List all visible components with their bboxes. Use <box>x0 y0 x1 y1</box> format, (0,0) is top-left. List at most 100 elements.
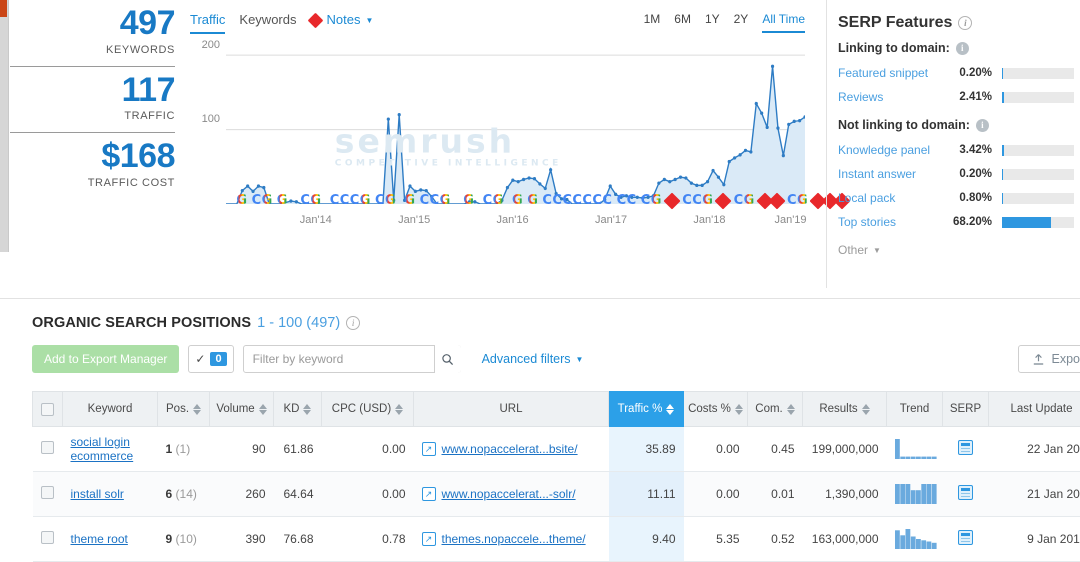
search-button[interactable] <box>434 345 461 373</box>
notes-label[interactable]: Notes <box>326 12 360 29</box>
column-header-com[interactable]: Com. <box>748 392 803 427</box>
serp-snapshot-icon[interactable] <box>958 530 973 545</box>
sort-icon[interactable] <box>735 404 743 415</box>
google-update-marker[interactable]: C <box>592 192 602 209</box>
range-1m[interactable]: 1M <box>644 12 661 33</box>
range-1y[interactable]: 1Y <box>705 12 720 33</box>
info-icon[interactable]: i <box>346 316 360 330</box>
google-update-marker[interactable]: C <box>692 192 702 209</box>
google-update-marker[interactable]: C <box>582 192 592 209</box>
google-update-marker[interactable]: C <box>734 192 744 209</box>
external-link-icon[interactable]: ↗ <box>422 442 436 456</box>
google-update-marker[interactable]: C <box>330 192 340 209</box>
google-update-marker[interactable]: G <box>702 192 713 209</box>
serp-feature-name[interactable]: Knowledge panel <box>838 143 946 157</box>
sort-icon[interactable] <box>193 404 201 415</box>
row-checkbox[interactable] <box>41 486 54 499</box>
google-update-marker[interactable]: C <box>350 192 360 209</box>
google-update-marker[interactable]: C <box>562 192 572 209</box>
export-button[interactable]: Expo <box>1018 345 1080 373</box>
notes-control[interactable]: Notes ▼ <box>310 12 373 34</box>
external-link-icon[interactable]: ↗ <box>422 487 436 501</box>
google-update-marker[interactable]: G <box>797 192 808 209</box>
info-icon[interactable]: i <box>956 42 969 55</box>
info-icon[interactable]: i <box>976 119 989 132</box>
google-update-marker[interactable]: C <box>420 192 430 209</box>
keyword-link[interactable]: install solr <box>71 487 124 501</box>
serp-snapshot-icon[interactable] <box>958 485 973 500</box>
sort-icon[interactable] <box>862 404 870 415</box>
column-header-results[interactable]: Results <box>803 392 887 427</box>
advanced-filters-label: Advanced filters <box>482 352 571 366</box>
serp-feature-value: 68.20% <box>946 216 992 228</box>
google-update-marker[interactable]: C <box>572 192 582 209</box>
serp-feature-name[interactable]: Top stories <box>838 215 946 229</box>
url-link[interactable]: www.nopaccelerat...-solr/ <box>442 487 576 501</box>
google-update-marker[interactable]: C <box>542 192 552 209</box>
serp-other-toggle[interactable]: Other ▼ <box>838 243 1074 257</box>
column-header-pos[interactable]: Pos. <box>158 392 210 427</box>
google-update-marker[interactable]: C <box>787 192 797 209</box>
google-update-marker[interactable]: C <box>682 192 692 209</box>
sort-icon[interactable] <box>787 404 795 415</box>
google-update-marker[interactable]: C <box>617 192 627 209</box>
google-update-marker[interactable]: G <box>236 192 247 209</box>
info-icon[interactable]: i <box>958 16 972 30</box>
tab-keywords[interactable]: Keywords <box>239 12 296 34</box>
google-update-marker[interactable]: G <box>744 192 755 209</box>
serp-feature-name[interactable]: Local pack <box>838 191 946 205</box>
column-header-costs[interactable]: Costs % <box>684 392 748 427</box>
add-to-export-manager-button[interactable]: Add to Export Manager <box>32 345 179 373</box>
google-update-marker[interactable]: G <box>440 192 451 209</box>
keyword-link[interactable]: social login ecommerce <box>71 435 134 463</box>
range-all-time[interactable]: All Time <box>762 12 805 33</box>
range-6m[interactable]: 6M <box>674 12 691 33</box>
semrush-sensor-marker[interactable] <box>715 193 732 210</box>
serp-feature-name[interactable]: Instant answer <box>838 167 946 181</box>
sort-icon[interactable] <box>666 404 674 415</box>
row-checkbox[interactable] <box>41 441 54 454</box>
google-update-marker[interactable]: C <box>375 192 385 209</box>
google-update-marker[interactable]: C <box>430 192 440 209</box>
google-update-marker[interactable]: G <box>310 192 321 209</box>
url-link[interactable]: www.nopaccelerat...bsite/ <box>442 442 578 456</box>
google-update-marker[interactable]: G <box>512 192 523 209</box>
sort-icon[interactable] <box>395 404 403 415</box>
semrush-sensor-marker[interactable] <box>664 193 681 210</box>
column-header-volume[interactable]: Volume <box>210 392 274 427</box>
row-checkbox[interactable] <box>41 531 54 544</box>
google-update-marker[interactable]: C <box>641 192 651 209</box>
google-update-marker[interactable]: C <box>300 192 310 209</box>
google-update-marker[interactable]: C <box>252 192 262 209</box>
serp-snapshot-icon[interactable] <box>958 440 973 455</box>
google-update-marker[interactable]: G <box>527 192 538 209</box>
filter-keyword-input[interactable] <box>243 345 461 373</box>
serp-feature-name[interactable]: Reviews <box>838 90 946 104</box>
google-update-marker[interactable]: C <box>483 192 493 209</box>
google-update-marker[interactable]: C <box>602 192 612 209</box>
google-update-marker[interactable]: G <box>463 192 474 209</box>
column-header-kd[interactable]: KD <box>274 392 322 427</box>
google-update-marker[interactable]: G <box>360 192 371 209</box>
column-header-cpc-usd[interactable]: CPC (USD) <box>322 392 414 427</box>
column-header-traffic[interactable]: Traffic % <box>609 392 684 427</box>
google-update-marker[interactable]: G <box>651 192 662 209</box>
google-update-marker[interactable]: G <box>404 192 415 209</box>
select-all-checkbox[interactable] <box>41 403 54 416</box>
range-2y[interactable]: 2Y <box>734 12 749 33</box>
advanced-filters-toggle[interactable]: Advanced filters ▼ <box>482 352 584 366</box>
google-update-marker[interactable]: C <box>340 192 350 209</box>
google-update-marker[interactable]: G <box>385 192 396 209</box>
trend-sparkline <box>895 439 937 459</box>
google-update-marker[interactable]: G <box>277 192 288 209</box>
sort-icon[interactable] <box>259 404 267 415</box>
google-update-marker[interactable]: C <box>627 192 637 209</box>
google-update-marker[interactable]: G <box>262 192 273 209</box>
google-update-marker[interactable]: C <box>552 192 562 209</box>
google-update-marker[interactable]: G <box>493 192 504 209</box>
semrush-sensor-marker[interactable] <box>768 193 785 210</box>
selection-counter[interactable]: ✓ 0 <box>188 345 233 373</box>
serp-feature-name[interactable]: Featured snippet <box>838 66 946 80</box>
tab-traffic[interactable]: Traffic <box>190 12 225 34</box>
sort-icon[interactable] <box>303 404 311 415</box>
